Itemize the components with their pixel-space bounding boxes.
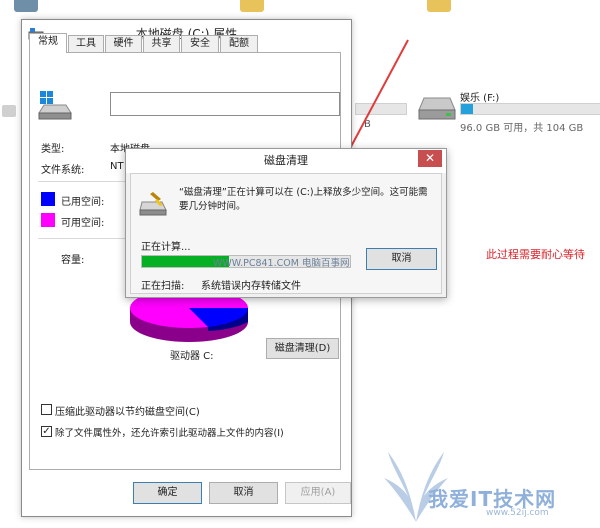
free-space-label: 可用空间: [61, 218, 105, 229]
drive-icon [2, 105, 16, 117]
watermark-text: WWW.PC841.COM 电脑百事网 [213, 258, 350, 269]
folder-icon[interactable] [427, 0, 451, 12]
tab-general[interactable]: 常规 [29, 33, 67, 53]
drive-f-item[interactable]: 娱乐 (F:) 96.0 GB 可用，共 104 GB [416, 86, 600, 134]
free-space-swatch [41, 213, 55, 227]
drive-name-input[interactable] [110, 92, 340, 116]
annotation-note: 此过程需要耐心等待 [486, 248, 585, 261]
disk-usage-pie [130, 298, 248, 342]
folder-icon[interactable] [240, 0, 264, 12]
filesystem-label: 文件系统: [41, 165, 85, 176]
used-space-label: 已用空间: [61, 197, 105, 208]
tab-quota[interactable]: 配额 [220, 35, 258, 52]
drive-caption: 驱动器 C: [170, 351, 214, 362]
site-logo-url: www.52ij.com [486, 508, 549, 518]
cancel-button[interactable]: 取消 [209, 482, 278, 504]
properties-divider [38, 238, 125, 239]
hard-drive-icon [418, 97, 456, 120]
close-button[interactable]: ✕ [418, 150, 442, 167]
compress-option-label: 压缩此驱动器以节约磁盘空间(C) [55, 407, 200, 418]
properties-divider [38, 181, 125, 182]
drive-usage-bar [460, 103, 600, 115]
drive-label: 娱乐 (F:) [460, 93, 500, 104]
drive-usage-fill [461, 104, 474, 114]
apply-button: 应用(A) [285, 482, 351, 504]
ok-button[interactable]: 确定 [133, 482, 202, 504]
index-checkbox[interactable]: ✓ [41, 426, 52, 437]
disk-cleanup-icon [139, 192, 167, 216]
tab-sharing[interactable]: 共享 [143, 35, 180, 52]
tab-tools[interactable]: 工具 [68, 35, 104, 52]
compress-checkbox[interactable] [41, 404, 52, 415]
disk-cleanup-titlebar: 磁盘清理 ✕ [126, 149, 446, 173]
dc-cancel-button[interactable]: 取消 [366, 248, 437, 270]
index-option-label: 除了文件属性外，还允许索引此驱动器上文件的内容(I) [55, 428, 284, 439]
disk-cleanup-dialog: 磁盘清理 ✕ “磁盘清理”正在计算可以在 (C:)上释放多少空间。这可能需要几分… [125, 148, 447, 298]
type-label: 类型: [41, 144, 65, 155]
tab-hardware[interactable]: 硬件 [105, 35, 142, 52]
disk-cleanup-title: 磁盘清理 [264, 154, 308, 167]
disk-cleanup-message: “磁盘清理”正在计算可以在 (C:)上释放多少空间。这可能需要几分钟时间。 [179, 187, 428, 212]
calculating-label: 正在计算... [141, 242, 191, 253]
scanning-value: 系统错误内存转储文件 [201, 281, 301, 292]
disk-cleanup-button[interactable]: 磁盘清理(D) [266, 338, 339, 359]
tab-security[interactable]: 安全 [181, 35, 219, 52]
used-space-swatch [41, 192, 55, 206]
folder-icon[interactable] [14, 0, 38, 12]
scanning-label: 正在扫描: [141, 281, 185, 292]
drive-free-text: 96.0 GB 可用，共 104 GB [460, 123, 584, 134]
filesystem-value: NT [110, 161, 124, 172]
windows-drive-icon [38, 91, 72, 120]
disk-cleanup-content: “磁盘清理”正在计算可以在 (C:)上释放多少空间。这可能需要几分钟时间。 正在… [130, 173, 442, 294]
capacity-label: 容量: [61, 255, 85, 266]
